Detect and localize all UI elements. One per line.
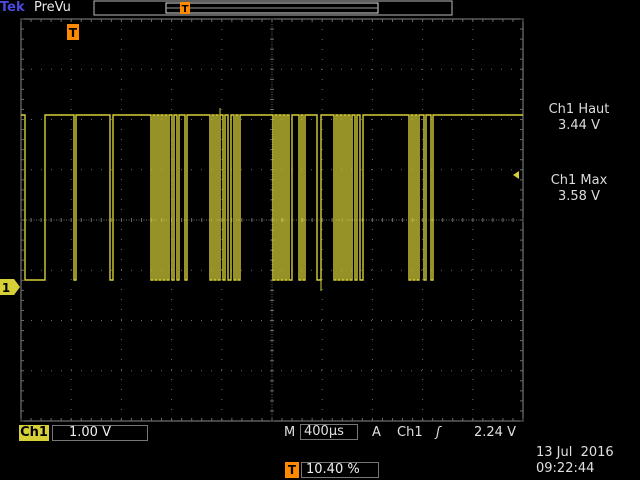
channel1-ground-marker[interactable]: 1 [0,279,20,295]
waveform-display[interactable] [20,18,524,422]
date-display: 13 Jul 2016 [536,445,614,460]
channel-marker-label: 1 [2,281,10,295]
record-position-bar[interactable]: T [0,0,640,18]
svg-text:T: T [182,4,189,15]
measurement-2-name: Ch1 Max [550,173,608,188]
measurement-1-name: Ch1 Haut [548,102,610,117]
vertical-scale[interactable]: 1.00 V [52,425,148,441]
measurement-2-value: 3.58 V [558,189,600,204]
trigger-prefix: A [372,425,381,440]
timebase-prefix: M [284,425,296,440]
trigger-position-mini-icon: T [180,2,190,15]
trigger-source[interactable]: Ch1 [397,425,423,441]
graticule [20,18,524,422]
trigger-position-icon: T [285,462,299,478]
measurement-1-value: 3.44 V [558,118,600,133]
timebase-value[interactable]: 400µs [300,424,358,440]
channel-badge[interactable]: Ch1 [19,425,49,441]
time-display: 09:22:44 [536,461,595,476]
top-bar: Tek PreVu T [0,0,640,18]
trigger-position-value[interactable]: 10.40 % [301,462,379,478]
trigger-slope-icon: ʃ [436,425,441,440]
trigger-level[interactable]: 2.24 V [474,425,516,441]
